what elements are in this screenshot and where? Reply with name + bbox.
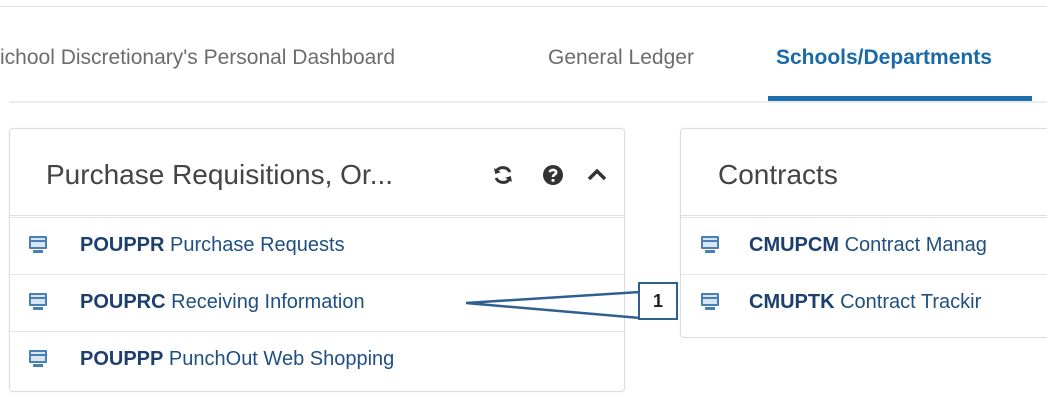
list-item[interactable]: CMUPTK Contract Trackir: [681, 274, 1047, 331]
help-icon[interactable]: [541, 163, 565, 187]
item-code: CMUPTK: [749, 291, 835, 313]
item-label: Receiving Information: [171, 291, 365, 313]
purchase-requisitions-panel: Purchase Requisitions, Or... POUPPR Purc…: [9, 128, 625, 392]
panel-header-divider: [681, 215, 1047, 216]
list-item[interactable]: POUPPR Purchase Requests: [10, 217, 624, 274]
tab-personal-dashboard[interactable]: ichool Discretionary's Personal Dashboar…: [0, 46, 395, 70]
list-item[interactable]: POUPPP PunchOut Web Shopping: [10, 331, 624, 388]
panel-title: Purchase Requisitions, Or...: [46, 159, 394, 190]
tab-general-ledger[interactable]: General Ledger: [548, 46, 694, 70]
top-divider: [0, 6, 1047, 7]
panel-title: Contracts: [718, 159, 838, 190]
callout-badge: 1: [638, 282, 678, 320]
list-item[interactable]: POUPRC Receiving Information: [10, 274, 624, 331]
monitor-icon: [700, 235, 720, 255]
item-label: Contract Manag: [844, 234, 987, 256]
monitor-icon: [28, 292, 48, 312]
item-label: PunchOut Web Shopping: [168, 348, 395, 370]
list-item[interactable]: CMUPCM Contract Manag: [681, 217, 1047, 274]
refresh-icon[interactable]: [491, 163, 515, 187]
item-code: POUPRC: [80, 291, 166, 313]
tab-schools-departments[interactable]: Schools/Departments: [776, 46, 992, 70]
monitor-icon: [700, 292, 720, 312]
item-label: Contract Trackir: [840, 291, 982, 313]
tabs-divider: [10, 101, 1047, 103]
dashboard-tabs: ichool Discretionary's Personal Dashboar…: [0, 34, 1047, 104]
panel-header-divider: [10, 215, 624, 216]
monitor-icon: [28, 235, 48, 255]
item-code: POUPPP: [80, 348, 164, 370]
monitor-icon: [28, 349, 48, 369]
collapse-icon[interactable]: [585, 163, 609, 187]
contracts-panel: Contracts CMUPCM Contract Manag CMUPTK C…: [680, 128, 1047, 338]
item-code: POUPPR: [80, 234, 165, 256]
item-code: CMUPCM: [749, 234, 839, 256]
item-label: Purchase Requests: [170, 234, 345, 256]
callout-number: 1: [652, 291, 663, 311]
